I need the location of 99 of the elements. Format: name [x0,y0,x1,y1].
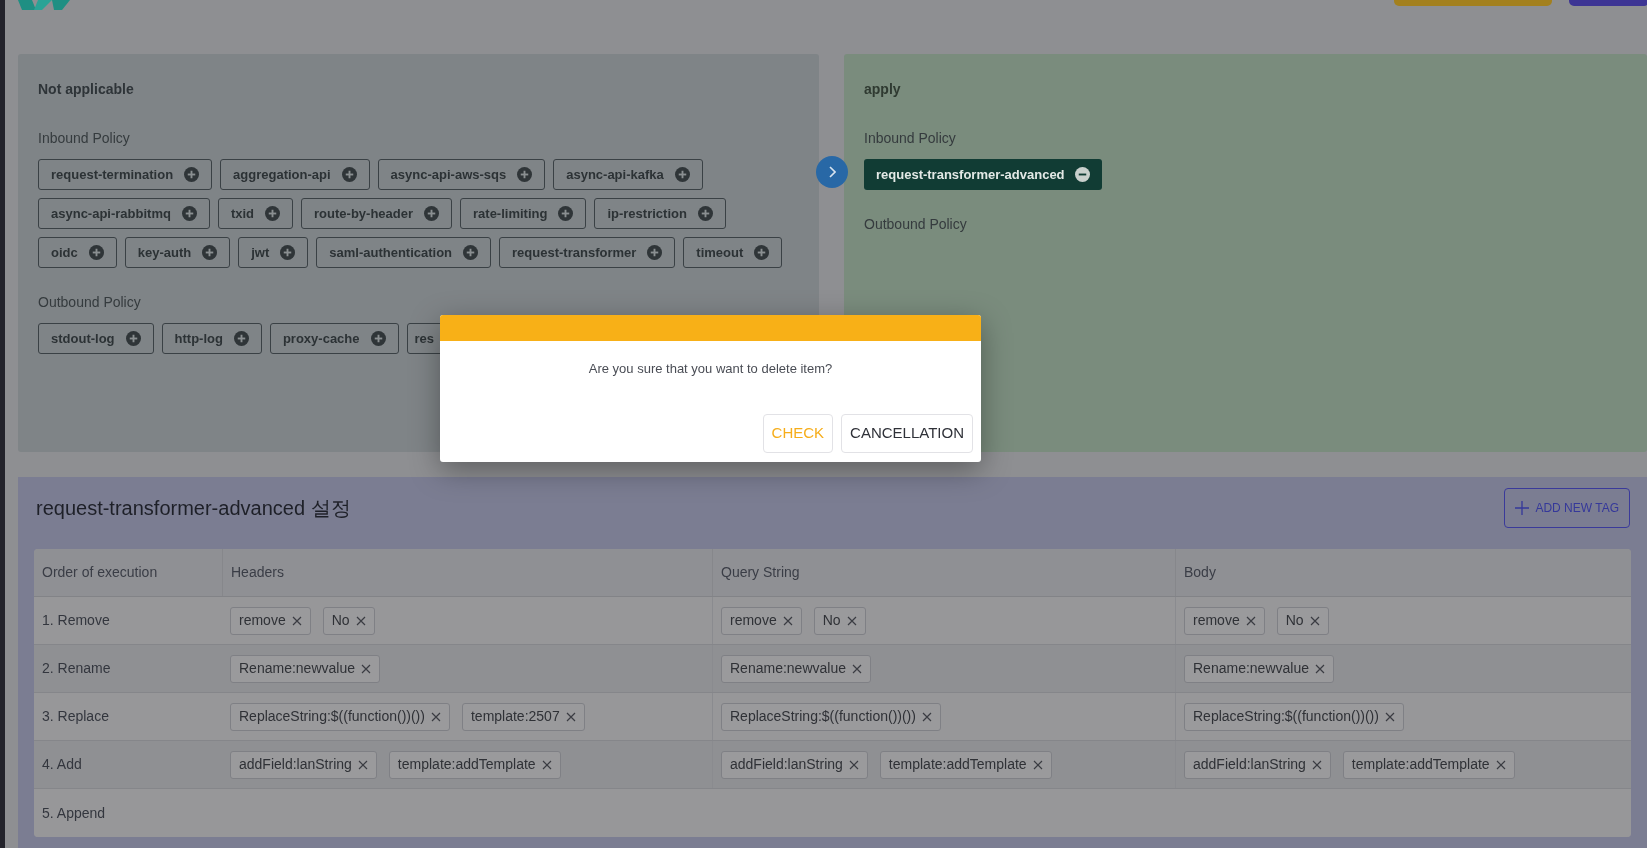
policy-tag[interactable]: request-transformer [499,237,676,268]
plus-icon [697,206,713,221]
minus-icon [1074,167,1090,182]
column-header: Headers [222,549,712,596]
plus-icon [674,167,690,182]
chevron-right-icon [828,166,836,178]
policy-tag[interactable]: aggregation-api [220,159,370,190]
close-icon[interactable] [851,663,862,674]
panel-title: apply [864,80,902,99]
plus-icon [370,331,386,346]
plus-icon [558,206,574,221]
policy-tag[interactable]: rate-limiting [460,198,587,229]
value-chip: ReplaceString:$((function())()) [1184,702,1404,731]
policy-tag[interactable]: timeout [683,237,783,268]
value-chip: addField:lanString [721,750,868,779]
close-icon[interactable] [357,759,368,770]
logo-icon [18,0,70,10]
value-chip: template:addTemplate [879,750,1052,779]
dialog-button[interactable]: CANCELLATION [841,413,973,453]
close-icon[interactable] [1384,711,1395,722]
section-heading: Outbound Policy [38,293,142,312]
applied-policy-tag[interactable]: request-transformer-advanced [864,159,1102,190]
close-icon[interactable] [782,615,793,626]
value-chip: remove [230,606,311,635]
close-icon[interactable] [846,615,857,626]
close-icon[interactable] [1314,663,1325,674]
plus-icon [280,245,296,260]
close-icon[interactable] [565,711,576,722]
order-cell-text: 3. Replace [41,707,110,726]
plus-icon [184,167,200,182]
close-icon[interactable] [1309,615,1320,626]
plus-icon [233,331,249,346]
column-header: Order of execution [41,563,159,582]
value-chip: addField:lanString [230,750,377,779]
plus-icon [265,206,281,221]
policy-tag[interactable]: key-auth [124,237,231,268]
policy-tag[interactable]: request-termination [38,159,213,190]
value-chip: template:2507 [461,702,585,731]
section-heading: Outbound Policy [864,215,968,234]
close-icon[interactable] [1311,759,1322,770]
plus-icon [517,167,533,182]
column-header: Query String [712,549,1175,596]
value-chip: remove [721,606,802,635]
policy-tag[interactable]: saml-authentication [316,237,492,268]
close-icon[interactable] [355,615,366,626]
section-heading: Inbound Policy [38,129,131,148]
plus-icon [202,245,218,260]
plus-icon [754,245,770,260]
close-icon[interactable] [360,663,371,674]
order-cell-text: 1. Remove [41,611,111,630]
plus-icon [88,245,104,260]
dialog-button[interactable]: CHECK [762,413,834,453]
value-chip: template:addTemplate [1342,750,1515,779]
close-icon[interactable] [921,711,932,722]
policy-tag[interactable]: oidc [38,237,117,268]
close-icon[interactable] [1495,759,1506,770]
value-chip: No [322,606,375,635]
panel-title: Not applicable [38,80,135,99]
policy-tag[interactable]: http-log [161,323,262,354]
value-chip: ReplaceString:$((function())()) [230,702,450,731]
value-chip: Rename:newvalue [230,654,380,683]
column-header: Body [1175,549,1631,596]
close-icon[interactable] [541,759,552,770]
settings-title: request-transformer-advanced 설정 [35,496,351,521]
plus-icon [424,206,439,221]
value-chip: Rename:newvalue [721,654,871,683]
policy-tag[interactable]: async-api-kafka [553,159,703,190]
value-chip: No [813,606,866,635]
plus-icon [647,245,663,260]
order-cell-text: 5. Append [41,803,107,823]
value-chip: Rename:newvalue [1184,654,1334,683]
policy-tag[interactable]: async-api-rabbitmq [38,198,210,229]
dialog-message: Are you sure that you want to delete item? [587,360,834,378]
policy-tag[interactable]: txid [217,198,294,229]
plus-icon [1515,501,1530,515]
plus-icon [181,206,197,221]
value-chip: addField:lanString [1184,750,1331,779]
close-icon[interactable] [430,711,441,722]
close-icon[interactable] [291,615,302,626]
policy-tag[interactable]: route-by-header [301,198,452,229]
add-new-tag-button[interactable]: ADD NEW TAG [1504,488,1630,528]
order-cell-text: 2. Rename [41,659,112,678]
value-chip: ReplaceString:$((function())()) [721,702,941,731]
value-chip: No [1276,606,1329,635]
close-icon[interactable] [1032,759,1043,770]
order-cell-text: 4. Add [41,755,83,774]
policy-tag[interactable]: stdout-log [38,323,154,354]
plus-icon [125,331,141,346]
plus-icon [463,245,479,260]
value-chip: remove [1184,606,1265,635]
close-icon[interactable] [848,759,859,770]
close-icon[interactable] [1245,615,1256,626]
policy-tag[interactable]: jwt [238,237,309,268]
policy-tag[interactable]: async-api-aws-sqs [377,159,546,190]
value-chip: template:addTemplate [388,750,561,779]
policy-tag[interactable]: ip-restriction [594,198,726,229]
policy-tag[interactable]: proxy-cache [269,323,399,354]
plus-icon [341,167,357,182]
section-heading: Inbound Policy [864,129,957,148]
